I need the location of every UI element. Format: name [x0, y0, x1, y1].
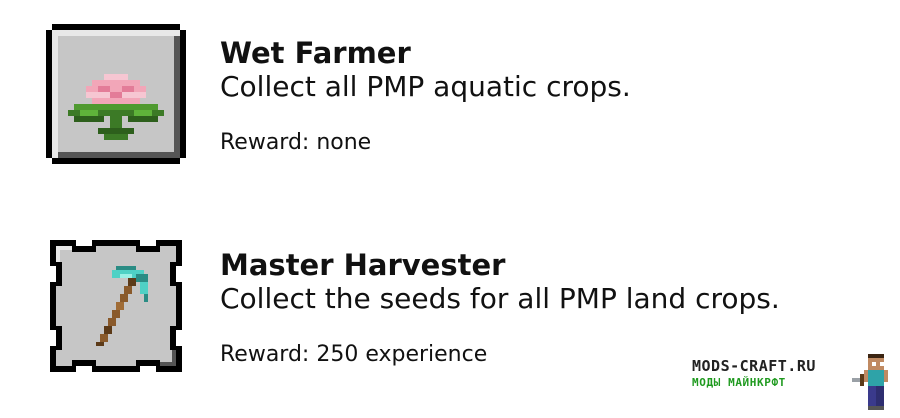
lotus-flower-icon [68, 74, 164, 140]
achievement-description: Collect the seeds for all PMP land crops… [220, 282, 780, 315]
achievement-reward: Reward: 250 experience [220, 342, 488, 367]
watermark-tagline: МОДЫ МАЙНКРФТ [692, 376, 786, 389]
achievement-wet-farmer: Wet Farmer Collect all PMP aquatic crops… [0, 24, 900, 174]
achievement-title: Master Harvester [220, 248, 506, 282]
spiky-challenge-frame [46, 236, 186, 376]
achievement-description: Collect all PMP aquatic crops. [220, 70, 631, 103]
achievement-reward: Reward: none [220, 130, 372, 155]
square-frame [46, 24, 186, 164]
watermark-site: MODS-CRAFT.RU [692, 357, 816, 375]
watermark: MODS-CRAFT.RU МОДЫ МАЙНКРФТ [692, 354, 898, 410]
achievement-title: Wet Farmer [220, 36, 411, 70]
steve-with-sword-icon [852, 354, 888, 410]
hoe-icon [96, 266, 148, 346]
